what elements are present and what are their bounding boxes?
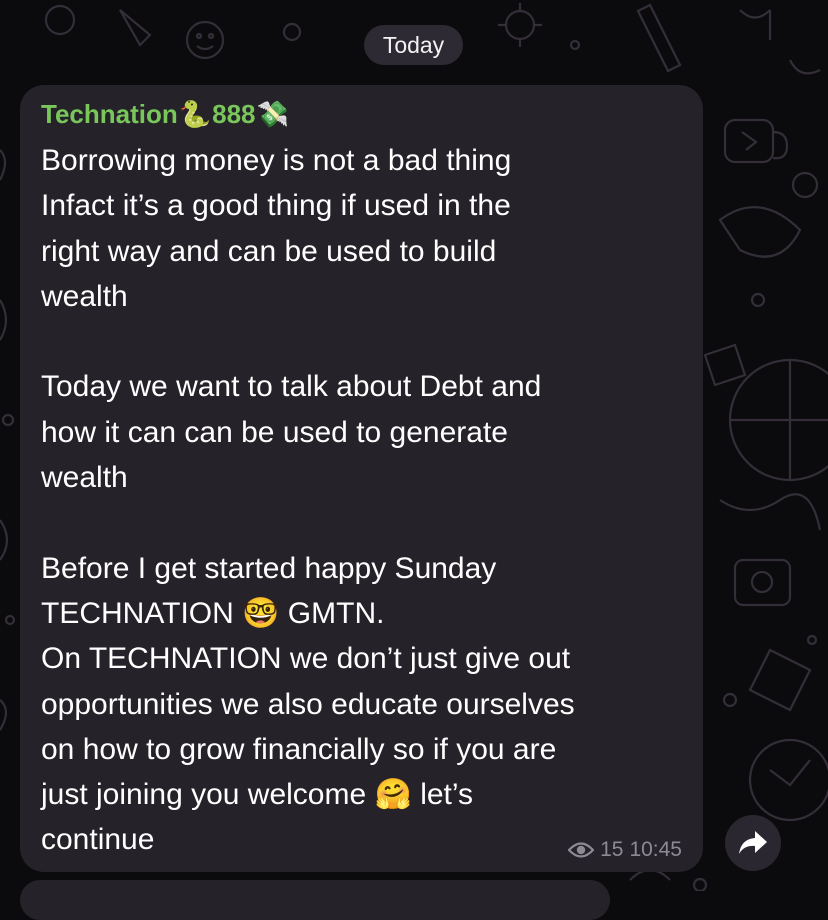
forward-button[interactable]	[725, 815, 781, 871]
message-line: opportunities we also educate ourselves	[41, 687, 575, 721]
sender-name-text: Technation	[41, 99, 178, 129]
date-separator: Today	[364, 25, 463, 65]
eye-icon	[568, 842, 595, 858]
snake-emoji: 🐍	[178, 99, 212, 129]
message-time: 10:45	[629, 838, 682, 861]
sender-name-digits: 888	[212, 99, 256, 129]
message-line: TECHNATION 🤓 GMTN.	[41, 596, 385, 630]
message-line: on how to grow financially so if you are	[41, 732, 557, 766]
money-wings-emoji: 💸	[256, 99, 289, 129]
message-line: wealth	[41, 461, 128, 495]
message-line: Borrowing money is not a bad thing	[41, 144, 512, 177]
message-text: Borrowing money is not a bad thing Infac…	[41, 138, 691, 863]
message-line: Before I get started happy Sunday	[41, 551, 497, 585]
message-line: Infact it’s a good thing if used in the	[41, 189, 511, 223]
message-line: wealth	[41, 279, 128, 313]
sender-name[interactable]: Technation 🐍 888 💸	[41, 99, 290, 130]
message-line: right way and can be used to build	[41, 234, 497, 268]
message-meta: 15 10:45	[568, 838, 682, 862]
message-line: Today we want to talk about Debt and	[41, 370, 542, 404]
view-count: 15	[600, 838, 624, 861]
message-bubble[interactable]: Technation 🐍 888 💸 Borrowing money is no…	[20, 85, 703, 872]
message-line: just joining you welcome 🤗 let’s	[41, 778, 473, 812]
message-line: On TECHNATION we don’t just give out	[41, 642, 571, 676]
next-message-bubble[interactable]	[20, 880, 610, 920]
message-line: how it can can be used to generate	[41, 415, 508, 449]
forward-arrow-icon	[739, 831, 767, 854]
